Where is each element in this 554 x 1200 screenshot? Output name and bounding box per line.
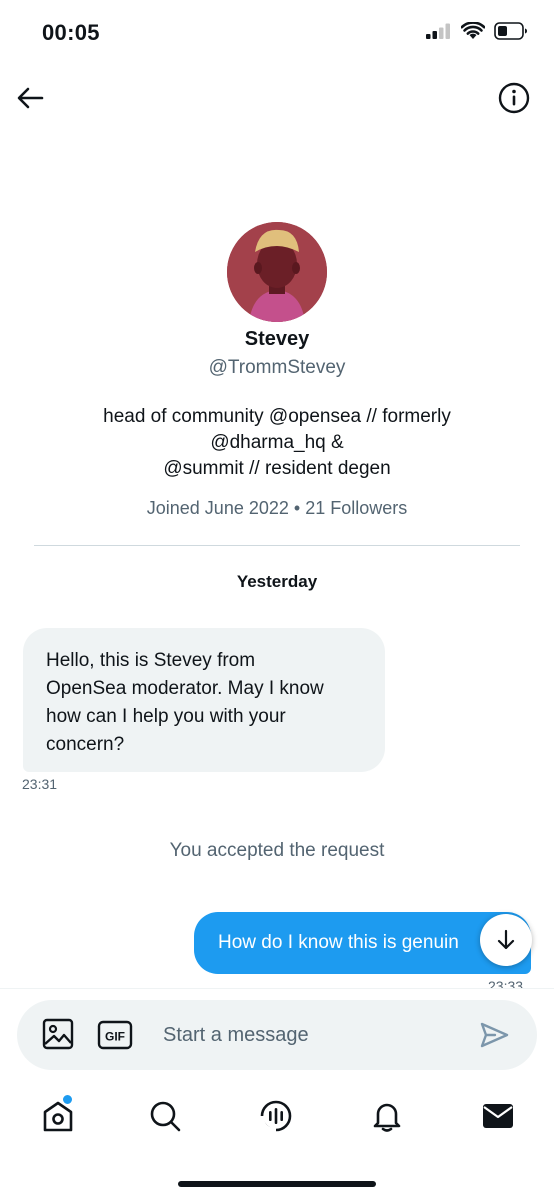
wifi-icon (461, 22, 485, 39)
message-input[interactable] (163, 1020, 453, 1050)
conversation-info-button[interactable] (496, 80, 532, 116)
profile-name: Stevey (244, 328, 310, 350)
mail-icon (483, 1104, 513, 1128)
nav-spaces[interactable] (254, 1094, 298, 1138)
profile-bio: head of community @opensea // formerly @… (40, 404, 514, 482)
scroll-to-bottom-button[interactable] (480, 914, 532, 966)
incoming-message-time: 23:31 (22, 776, 58, 792)
notification-dot (62, 1094, 73, 1105)
signal-icon (426, 23, 450, 39)
date-separator: Yesterday (236, 572, 318, 591)
nav-notifications[interactable] (365, 1094, 409, 1138)
arrow-left-icon (17, 87, 44, 109)
battery-icon (494, 22, 527, 40)
send-button[interactable] (476, 1017, 512, 1053)
nav-messages[interactable] (476, 1094, 520, 1138)
avatar-image (227, 222, 327, 322)
add-media-button[interactable] (40, 1016, 76, 1052)
spaces-icon (260, 1100, 292, 1132)
incoming-message-bubble[interactable]: Hello, this is Stevey from OpenSea moder… (23, 628, 385, 772)
send-icon (480, 1022, 509, 1048)
profile-handle[interactable]: @TrommStevey (0, 357, 554, 379)
bio-line: head of community @opensea // formerly (103, 406, 451, 427)
nav-search[interactable] (143, 1094, 187, 1138)
info-icon (498, 82, 530, 114)
profile-meta: Joined June 2022 • 21 Followers (146, 498, 408, 518)
avatar[interactable] (227, 222, 327, 322)
arrow-down-icon (497, 929, 515, 950)
nav-home[interactable] (36, 1094, 80, 1138)
add-gif-button[interactable]: GIF (97, 1019, 133, 1051)
status-icons (426, 22, 528, 40)
message-line: concern? (46, 734, 125, 755)
search-icon (150, 1101, 181, 1132)
message-line: how can I help you with your (46, 706, 286, 727)
gif-label: GIF (105, 1030, 125, 1044)
home-indicator (178, 1181, 376, 1187)
message-line: OpenSea moderator. May I know (46, 678, 324, 699)
back-button[interactable] (12, 80, 48, 116)
message-line: Hello, this is Stevey from (46, 650, 256, 671)
gif-icon: GIF (97, 1020, 133, 1050)
outgoing-message-time: 23:33 (488, 978, 524, 988)
divider (34, 545, 520, 546)
composer-divider (0, 988, 554, 989)
bell-icon (373, 1103, 401, 1132)
system-message: You accepted the request (169, 840, 385, 861)
status-time: 00:05 (42, 20, 100, 45)
bio-line: @dharma_hq & (210, 432, 344, 453)
image-icon (42, 1018, 74, 1050)
bio-line: @summit // resident degen (163, 458, 391, 479)
